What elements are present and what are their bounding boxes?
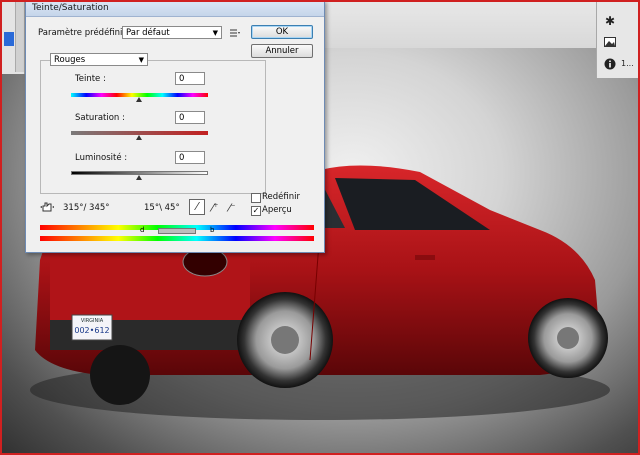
preset-select[interactable]: Par défaut ▼ bbox=[122, 26, 222, 39]
hue-input[interactable]: 0 bbox=[175, 72, 205, 85]
colorize-label: Redéfinir bbox=[262, 192, 300, 202]
range-selector[interactable] bbox=[158, 228, 196, 234]
lightness-input[interactable]: 0 bbox=[175, 151, 205, 164]
saturation-slider-thumb[interactable] bbox=[136, 135, 142, 140]
ok-button[interactable]: OK bbox=[251, 25, 313, 39]
hue-label: Teinte : bbox=[75, 74, 106, 84]
panel-button-3[interactable]: 1... bbox=[597, 54, 639, 76]
gear-icon: ✱ bbox=[604, 14, 616, 28]
eyedropper-add-icon[interactable]: ⁄+ bbox=[208, 199, 222, 215]
plate-state: VIRGINIA bbox=[81, 318, 104, 324]
right-tool-panel: ✱ 1... bbox=[596, 2, 639, 78]
chevron-down-icon: ▼ bbox=[138, 56, 144, 64]
preset-select-value: Par défaut bbox=[126, 28, 170, 38]
channel-select[interactable]: Rouges ▼ bbox=[50, 53, 148, 66]
plate-number: 002•612 bbox=[74, 326, 109, 335]
preset-options-icon[interactable] bbox=[229, 27, 241, 39]
left-panel bbox=[2, 2, 25, 74]
image-icon bbox=[603, 36, 617, 50]
hand-adjust-icon[interactable] bbox=[40, 201, 54, 215]
saturation-input[interactable]: 0 bbox=[175, 111, 205, 124]
preview-label: Aperçu bbox=[262, 205, 292, 215]
chevron-down-icon: ▼ bbox=[212, 29, 218, 37]
channel-select-value: Rouges bbox=[54, 55, 86, 65]
panel-label-3: 1... bbox=[621, 59, 634, 68]
dialog-titlebar[interactable]: Teinte/Saturation bbox=[26, 1, 324, 17]
range-marker-left-icon[interactable]: d bbox=[140, 226, 144, 234]
saturation-label: Saturation : bbox=[75, 113, 125, 123]
range-marker-right-icon[interactable]: b bbox=[210, 226, 214, 234]
colorize-checkbox[interactable] bbox=[251, 193, 261, 203]
cancel-button[interactable]: Annuler bbox=[251, 44, 313, 58]
selected-swatch[interactable] bbox=[4, 32, 14, 46]
hue-slider-thumb[interactable] bbox=[136, 97, 142, 102]
panel-button-2[interactable] bbox=[597, 32, 639, 54]
left-panel-scrollbar[interactable] bbox=[15, 2, 24, 72]
dialog-title: Teinte/Saturation bbox=[32, 3, 109, 13]
range-right-label: 15°\ 45° bbox=[144, 203, 180, 213]
result-color-bar bbox=[40, 236, 314, 241]
preview-checkbox[interactable]: ✓ bbox=[251, 206, 261, 216]
lightness-label: Luminosité : bbox=[75, 153, 128, 163]
preset-label: Paramètre prédéfini : bbox=[38, 28, 128, 38]
eyedropper-subtract-icon[interactable]: ⁄− bbox=[225, 199, 239, 215]
hue-saturation-dialog: Teinte/Saturation Paramètre prédéfini : … bbox=[25, 0, 325, 253]
panel-button-1[interactable]: ✱ bbox=[597, 10, 639, 32]
range-left-label: 315°/ 345° bbox=[63, 203, 110, 213]
lightness-slider-thumb[interactable] bbox=[136, 175, 142, 180]
info-icon bbox=[603, 58, 617, 72]
eyedropper-icon[interactable]: ⁄ bbox=[189, 199, 205, 215]
